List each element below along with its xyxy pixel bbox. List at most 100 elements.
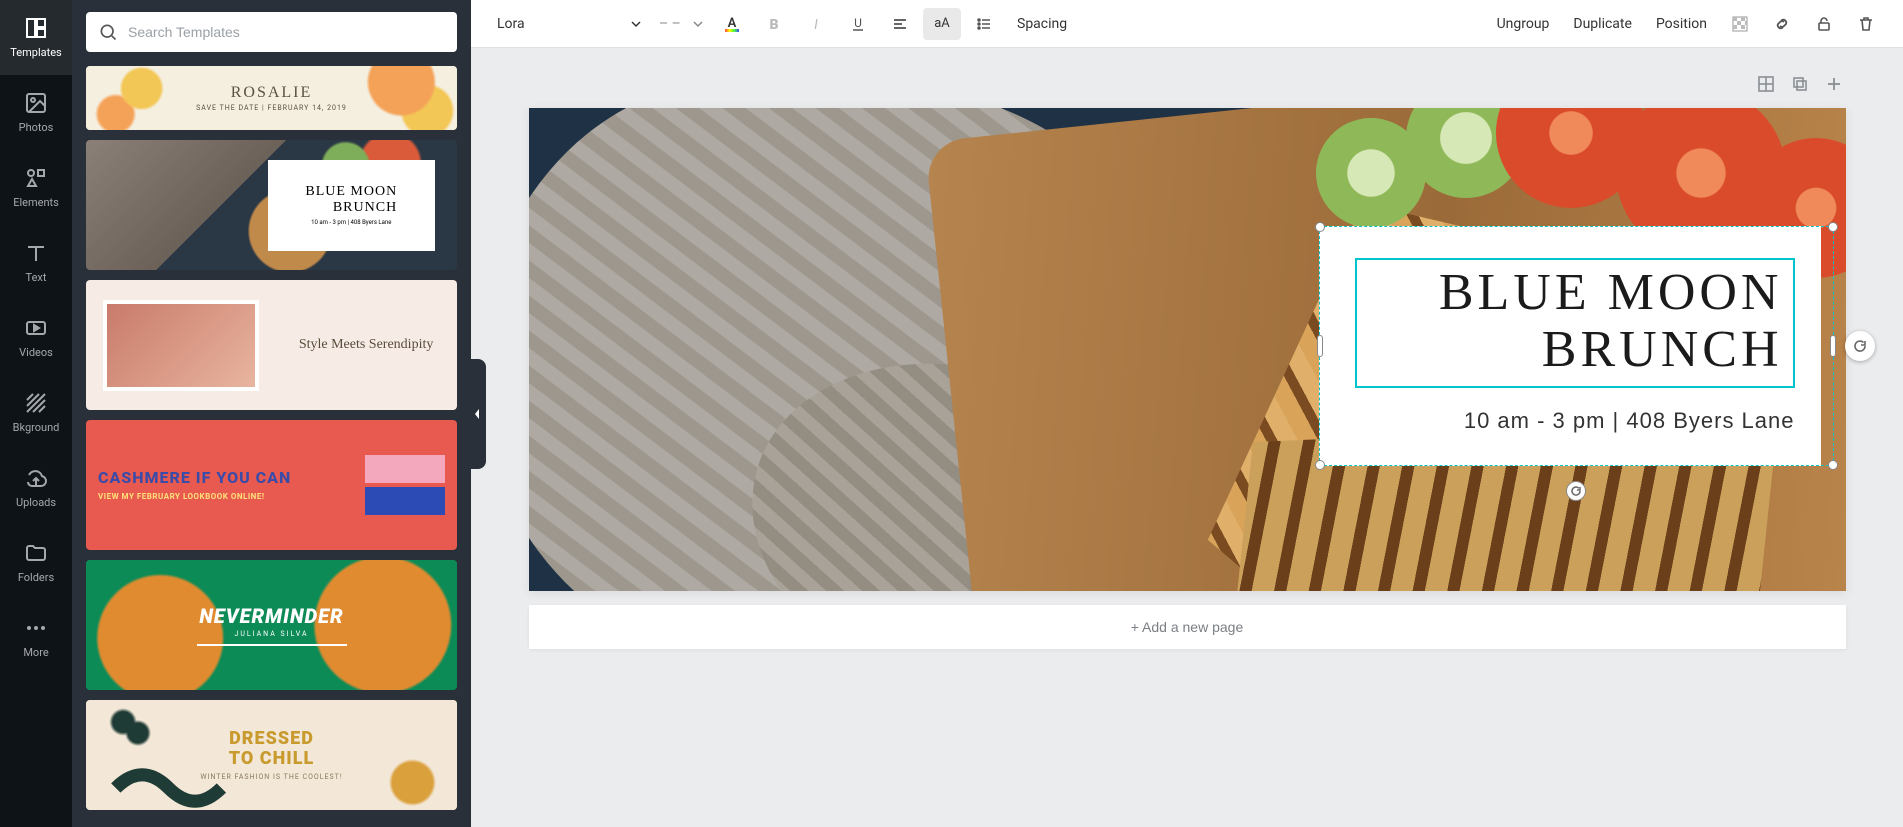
link-button[interactable] (1763, 8, 1801, 40)
chevron-down-icon (631, 19, 641, 29)
plus-icon (1825, 75, 1843, 93)
background-icon (24, 391, 48, 415)
template-thumb[interactable]: NEVERMINDER JULIANA SILVA (86, 560, 457, 690)
videos-icon (24, 316, 48, 340)
canvas-title[interactable]: BLUE MOON BRUNCH (1367, 264, 1783, 378)
list-button[interactable] (965, 8, 1003, 40)
template-title: CASHMERE IF YOU CAN (98, 470, 357, 486)
rotate-handle[interactable] (1566, 481, 1586, 501)
title-line-1: BLUE MOON (1439, 264, 1783, 321)
ungroup-button[interactable]: Ungroup (1487, 16, 1560, 32)
templates-icon (24, 16, 48, 40)
duplicate-button[interactable]: Duplicate (1563, 16, 1642, 32)
template-title: ROSALIE (231, 84, 313, 102)
resize-handle-ne[interactable] (1828, 222, 1838, 232)
uppercase-button[interactable]: aA (923, 8, 961, 40)
font-size-select[interactable]: – – (653, 8, 709, 40)
search-input[interactable] (128, 24, 445, 40)
template-thumb[interactable]: DRESSEDTO CHILL WINTER FASHION IS THE CO… (86, 700, 457, 810)
resize-handle-se[interactable] (1828, 460, 1838, 470)
templates-list: ROSALIE SAVE THE DATE | FEBRUARY 14, 201… (86, 66, 457, 810)
nav-label: Folders (18, 571, 54, 584)
svg-text:A: A (728, 16, 737, 31)
nav-folders[interactable]: Folders (0, 525, 72, 600)
template-thumb[interactable]: CASHMERE IF YOU CAN VIEW MY FEBRUARY LOO… (86, 420, 457, 550)
chevron-left-icon (473, 408, 481, 420)
text-element-selected[interactable]: BLUE MOON BRUNCH (1355, 258, 1795, 388)
nav-label: More (23, 646, 48, 659)
text-icon (24, 241, 48, 265)
canvas-page[interactable]: BLUE MOON BRUNCH 10 am - 3 pm | 408 Byer… (529, 108, 1846, 591)
rotate-icon (1570, 485, 1582, 497)
nav-label: Elements (13, 196, 59, 209)
page-wrap: BLUE MOON BRUNCH 10 am - 3 pm | 408 Byer… (529, 108, 1846, 649)
search-box[interactable] (86, 12, 457, 52)
template-subtitle: JULIANA SILVA (197, 630, 347, 638)
rotate-icon (1852, 338, 1868, 354)
font-family-value: Lora (497, 16, 525, 32)
page-duplicate-button[interactable] (1788, 72, 1812, 96)
transparency-button[interactable] (1721, 8, 1759, 40)
template-panel: ROSALIE SAVE THE DATE | FEBRUARY 14, 201… (72, 0, 471, 827)
spacing-button[interactable]: Spacing (1007, 16, 1077, 32)
text-color-button[interactable]: A (713, 8, 751, 40)
template-thumb[interactable]: Style Meets Serendipity (86, 280, 457, 410)
top-toolbar: Lora – – A B I U aA Spacing Ungroup Dupl… (471, 0, 1903, 48)
template-title: Style Meets Serendipity (292, 337, 440, 353)
italic-icon: I (807, 15, 825, 33)
template-subtitle: 10 am - 3 pm | 408 Byers Lane (311, 219, 391, 226)
copy-icon (1791, 75, 1809, 93)
underline-icon: U (849, 15, 867, 33)
list-icon (975, 15, 993, 33)
unlock-icon (1815, 15, 1833, 33)
template-thumb[interactable]: ROSALIE SAVE THE DATE | FEBRUARY 14, 201… (86, 66, 457, 130)
nav-text[interactable]: Text (0, 225, 72, 300)
add-page-button[interactable]: + Add a new page (529, 605, 1846, 649)
rotate-handle-outer[interactable] (1845, 331, 1875, 361)
align-icon (891, 15, 909, 33)
font-size-value: – – (659, 16, 681, 32)
lock-button[interactable] (1805, 8, 1843, 40)
nav-label: Templates (10, 46, 61, 59)
svg-text:I: I (814, 17, 818, 33)
template-thumb[interactable]: BLUE MOONBRUNCH 10 am - 3 pm | 408 Byers… (86, 140, 457, 270)
alignment-button[interactable] (881, 8, 919, 40)
nav-label: Videos (19, 346, 53, 359)
underline-button[interactable]: U (839, 8, 877, 40)
nav-videos[interactable]: Videos (0, 300, 72, 375)
page-add-button[interactable] (1822, 72, 1846, 96)
transparency-icon (1731, 15, 1749, 33)
nav-label: Text (26, 271, 47, 284)
left-sidebar: Templates Photos Elements Text Videos Bk… (0, 0, 72, 827)
bold-button[interactable]: B (755, 8, 793, 40)
nav-more[interactable]: More (0, 600, 72, 675)
resize-handle-e[interactable] (1830, 335, 1836, 357)
canvas-area[interactable]: BLUE MOON BRUNCH 10 am - 3 pm | 408 Byer… (471, 48, 1903, 827)
nav-photos[interactable]: Photos (0, 75, 72, 150)
search-icon (98, 22, 118, 42)
trash-icon (1857, 15, 1875, 33)
font-family-select[interactable]: Lora (489, 8, 649, 40)
resize-handle-nw[interactable] (1315, 222, 1325, 232)
svg-text:B: B (769, 17, 778, 33)
nav-uploads[interactable]: Uploads (0, 450, 72, 525)
nav-background[interactable]: Bkground (0, 375, 72, 450)
resize-handle-sw[interactable] (1315, 460, 1325, 470)
page-layouts-button[interactable] (1754, 72, 1778, 96)
bold-icon: B (765, 15, 783, 33)
title-line-2: BRUNCH (1542, 321, 1783, 378)
link-icon (1773, 15, 1791, 33)
text-color-icon: A (722, 14, 742, 34)
italic-button[interactable]: I (797, 8, 835, 40)
canvas-subtitle[interactable]: 10 am - 3 pm | 408 Byers Lane (1355, 408, 1795, 434)
position-button[interactable]: Position (1646, 16, 1717, 32)
elements-icon (24, 166, 48, 190)
grid-icon (1757, 75, 1775, 93)
nav-elements[interactable]: Elements (0, 150, 72, 225)
nav-templates[interactable]: Templates (0, 0, 72, 75)
more-icon (24, 616, 48, 640)
resize-handle-w[interactable] (1317, 335, 1323, 357)
delete-button[interactable] (1847, 8, 1885, 40)
template-title: DRESSEDTO CHILL (229, 729, 314, 769)
nav-label: Photos (19, 121, 54, 134)
